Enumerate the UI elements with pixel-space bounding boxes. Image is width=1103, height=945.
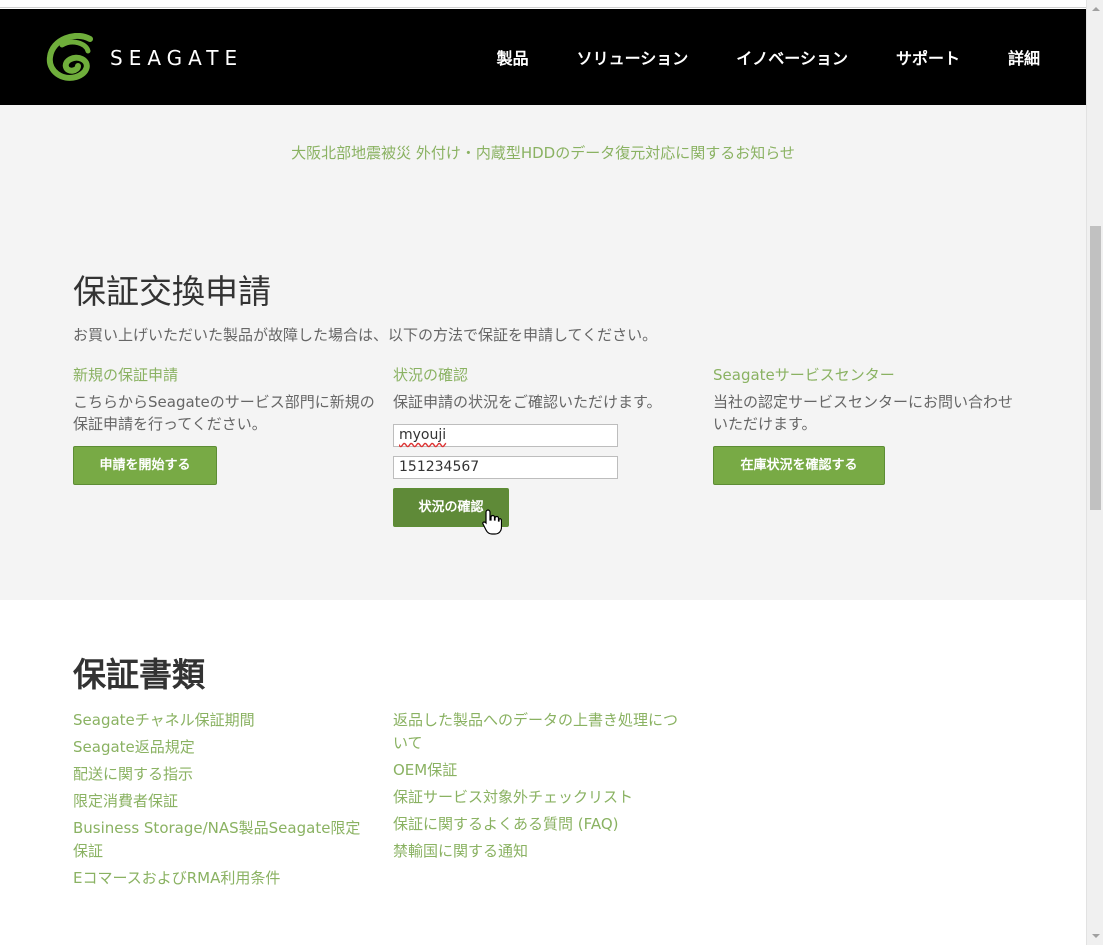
nav-products[interactable]: 製品 [497, 45, 529, 69]
doc-link-embargo[interactable]: 禁輸国に関する通知 [393, 840, 688, 863]
status-text: 保証申請の状況をご確認いただけます。 [393, 393, 662, 411]
case-number-value: 151234567 [399, 459, 480, 475]
case-number-input[interactable]: 151234567 [393, 456, 618, 479]
doc-link-limited-consumer[interactable]: 限定消費者保証 [73, 790, 368, 813]
scroll-up-arrow-icon[interactable] [1087, 0, 1103, 17]
doc-link-ecommerce-rma[interactable]: EコマースおよびRMA利用条件 [73, 867, 368, 890]
page-viewport: SEAGATE 製品 ソリューション イノベーション サポート 詳細 大阪北部地… [0, 0, 1086, 945]
doc-link-channel-warranty[interactable]: Seagateチャネル保証期間 [73, 709, 368, 732]
check-stock-button[interactable]: 在庫状況を確認する [713, 446, 885, 485]
status-heading[interactable]: 状況の確認 [393, 364, 703, 385]
intro-text: お買い上げいただいた製品が故障した場合は、以下の方法で保証を申請してください。 [73, 326, 658, 344]
main-nav: 製品 ソリューション イノベーション サポート 詳細 [497, 45, 1040, 69]
seagate-logo[interactable]: SEAGATE [46, 33, 243, 83]
nav-solutions[interactable]: ソリューション [577, 45, 689, 69]
nav-innovation[interactable]: イノベーション [736, 45, 848, 69]
nav-more[interactable]: 詳細 [1008, 45, 1040, 69]
nav-support[interactable]: サポート [896, 45, 960, 69]
doc-link-return-policy[interactable]: Seagate返品規定 [73, 736, 368, 759]
seagate-swirl-icon [46, 33, 93, 81]
documents-list-left: Seagateチャネル保証期間 Seagate返品規定 配送に関する指示 限定消… [73, 709, 368, 894]
new-claim-heading[interactable]: 新規の保証申請 [73, 364, 383, 385]
vertical-scrollbar[interactable] [1086, 0, 1103, 945]
service-center-heading[interactable]: Seagateサービスセンター [713, 364, 1023, 385]
doc-link-exclusion-checklist[interactable]: 保証サービス対象外チェックリスト [393, 786, 688, 809]
top-border [0, 0, 1086, 8]
doc-link-oem[interactable]: OEM保証 [393, 759, 688, 782]
hand-cursor-icon [482, 509, 502, 535]
start-claim-button[interactable]: 申請を開始する [73, 446, 217, 485]
warranty-section: 大阪北部地震被災 外付け・内蔵型HDDのデータ復元対応に関するお知らせ 保証交換… [0, 105, 1086, 600]
documents-title: 保証書類 [73, 655, 205, 694]
last-name-input[interactable]: myouji [393, 424, 618, 447]
doc-link-data-overwrite[interactable]: 返品した製品へのデータの上書き処理について [393, 709, 688, 755]
doc-link-shipping[interactable]: 配送に関する指示 [73, 763, 368, 786]
doc-link-business-storage[interactable]: Business Storage/NAS製品Seagate限定保証 [73, 817, 368, 863]
scroll-thumb[interactable] [1090, 226, 1101, 510]
last-name-value: myouji [399, 427, 447, 443]
earthquake-notice-link[interactable]: 大阪北部地震被災 外付け・内蔵型HDDのデータ復元対応に関するお知らせ [0, 142, 1086, 163]
service-center-text: 当社の認定サービスセンターにお問い合わせいただけます。 [713, 393, 1014, 433]
service-center-column: Seagateサービスセンター 当社の認定サービスセンターにお問い合わせいただけ… [713, 364, 1023, 435]
site-header: SEAGATE 製品 ソリューション イノベーション サポート 詳細 [0, 9, 1086, 105]
status-column: 状況の確認 保証申請の状況をご確認いただけます。 [393, 364, 703, 413]
new-claim-text: こちらからSeagateのサービス部門に新規の保証申請を行ってください。 [73, 393, 375, 433]
doc-link-faq[interactable]: 保証に関するよくある質問 (FAQ) [393, 813, 688, 836]
new-claim-column: 新規の保証申請 こちらからSeagateのサービス部門に新規の保証申請を行ってく… [73, 364, 383, 435]
page-title: 保証交換申請 [73, 272, 271, 311]
logo-wordmark: SEAGATE [110, 46, 244, 70]
scroll-down-arrow-icon[interactable] [1087, 928, 1103, 945]
documents-list-right: 返品した製品へのデータの上書き処理について OEM保証 保証サービス対象外チェッ… [393, 709, 688, 867]
